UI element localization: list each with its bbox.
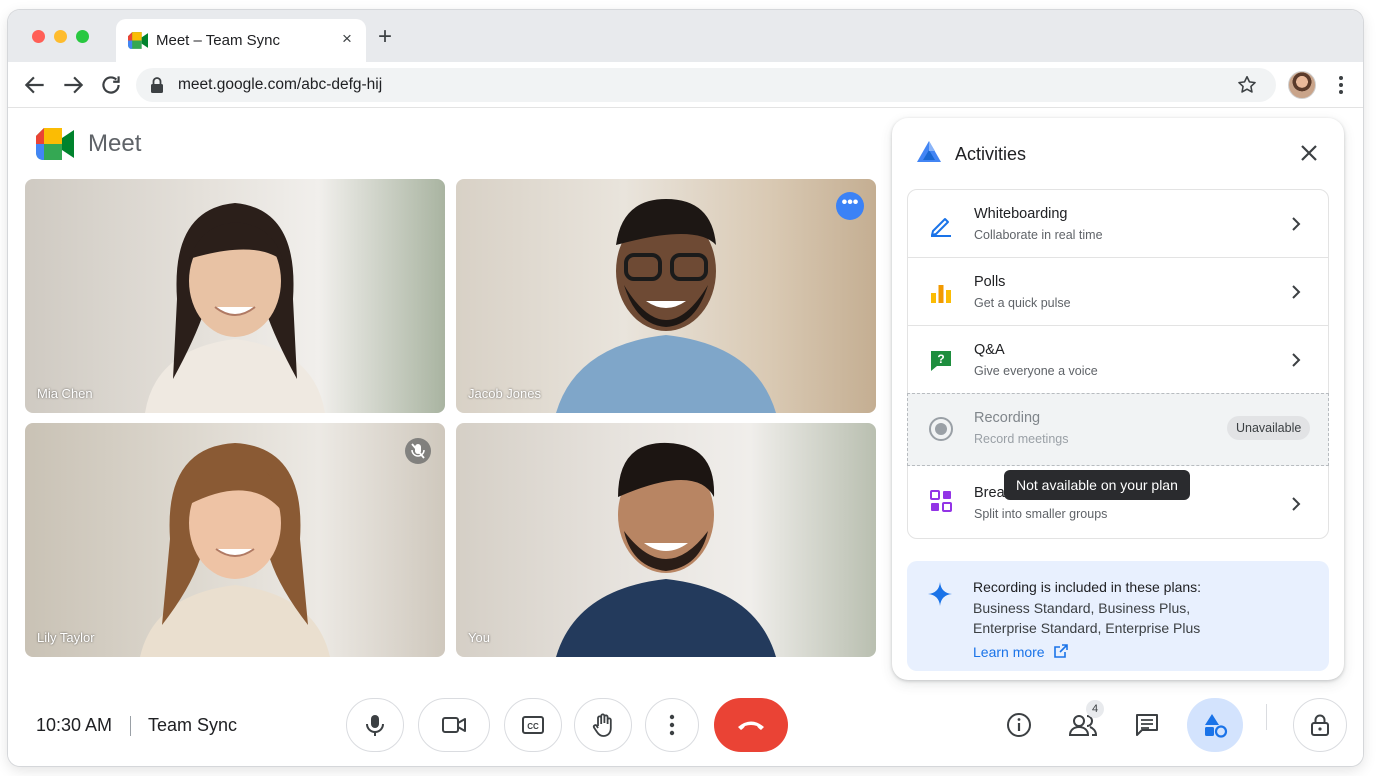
unavailable-badge: Unavailable — [1227, 416, 1311, 440]
meeting-details-button[interactable] — [997, 703, 1041, 747]
question-answer-icon: ? — [931, 351, 951, 371]
divider — [130, 716, 131, 736]
captions-icon: CC — [522, 716, 544, 734]
mic-muted-icon — [405, 438, 431, 464]
new-tab-button[interactable]: + — [372, 24, 398, 50]
activity-title: Q&A — [974, 342, 1005, 358]
pencil-icon — [931, 218, 951, 237]
bar-chart-icon — [931, 285, 951, 303]
activity-title: Polls — [974, 274, 1006, 290]
maximize-window-button[interactable] — [76, 30, 89, 43]
activity-recording[interactable]: Recording Record meetings Unavailable — [907, 393, 1329, 466]
chevron-right-icon — [1292, 285, 1301, 299]
bookmark-star-icon[interactable] — [1236, 74, 1258, 96]
learn-more-link[interactable]: Learn more — [973, 644, 1045, 660]
app-name: Meet — [88, 130, 142, 157]
chevron-right-icon — [1292, 353, 1301, 367]
activity-whiteboarding[interactable]: Whiteboarding Collaborate in real time — [907, 189, 1329, 258]
meeting-time: 10:30 AM — [36, 715, 113, 735]
raise-hand-button[interactable] — [574, 698, 632, 752]
tooltip: Not available on your plan — [1004, 470, 1190, 500]
host-controls-button[interactable] — [1293, 698, 1347, 752]
profile-avatar[interactable] — [1288, 71, 1316, 99]
participant-video — [140, 443, 330, 657]
end-call-icon — [738, 721, 764, 730]
video-tile[interactable]: Lily Taylor — [25, 423, 445, 657]
panel-title: Activities — [955, 144, 1027, 164]
address-bar[interactable]: meet.google.com/abc-defg-hij — [136, 68, 1276, 102]
tab-close-icon[interactable]: × — [342, 29, 352, 49]
svg-text:CC: CC — [527, 722, 539, 731]
participant-name: You — [468, 630, 490, 645]
chevron-right-icon — [1292, 497, 1301, 511]
info-icon — [1007, 713, 1031, 737]
more-vert-icon — [669, 714, 675, 736]
sparkle-icon — [928, 582, 952, 606]
activity-title: Whiteboarding — [974, 206, 1068, 222]
activity-qa[interactable]: ? Q&A Give everyone a voice — [907, 325, 1329, 394]
activities-shapes-icon — [1205, 714, 1228, 738]
video-tile[interactable]: ••• Jacob Jones — [456, 179, 876, 413]
chat-button[interactable] — [1125, 703, 1169, 747]
minimize-window-button[interactable] — [54, 30, 67, 43]
meet-logo-icon — [36, 128, 74, 160]
plan-info-card: Recording is included in these plans: Bu… — [907, 561, 1329, 671]
camera-icon — [442, 717, 466, 733]
open-in-new-icon[interactable] — [1054, 644, 1068, 658]
microphone-icon — [366, 715, 384, 736]
meet-favicon-icon — [128, 32, 148, 49]
browser-tab[interactable]: Meet – Team Sync × — [116, 19, 366, 62]
svg-text:?: ? — [937, 352, 944, 366]
browser-toolbar: meet.google.com/abc-defg-hij — [8, 62, 1363, 108]
raise-hand-icon — [592, 713, 612, 737]
end-call-button[interactable] — [714, 698, 788, 752]
lock-icon — [151, 77, 163, 93]
participant-name: Jacob Jones — [468, 386, 541, 401]
url-text: meet.google.com/abc-defg-hij — [178, 76, 383, 93]
activities-logo-icon — [917, 141, 941, 162]
participant-name: Mia Chen — [37, 386, 93, 401]
record-icon — [929, 417, 953, 441]
participant-video — [145, 203, 325, 413]
video-tile[interactable]: Mia Chen — [25, 179, 445, 413]
participant-video — [556, 199, 776, 413]
host-lock-icon — [1311, 714, 1329, 736]
activity-subtitle: Give everyone a voice — [974, 364, 1098, 378]
more-options-button[interactable] — [645, 698, 699, 752]
activity-subtitle: Collaborate in real time — [974, 228, 1103, 242]
tab-title: Meet – Team Sync — [156, 32, 280, 49]
back-arrow-icon[interactable] — [22, 72, 48, 98]
tab-strip: Meet – Team Sync × + — [8, 10, 1363, 62]
participant-count-badge: 4 — [1086, 700, 1104, 718]
activity-subtitle: Split into smaller groups — [974, 507, 1108, 521]
participant-video — [556, 442, 776, 657]
activity-title: Recording — [974, 410, 1041, 426]
meeting-title: Team Sync — [148, 715, 238, 735]
chat-icon — [1136, 714, 1158, 736]
browser-window: Meet – Team Sync × + meet.google.com/abc… — [8, 10, 1363, 766]
info-title: Recording is included in these plans: — [973, 579, 1202, 595]
activity-polls[interactable]: Polls Get a quick pulse — [907, 257, 1329, 326]
close-icon[interactable] — [1298, 142, 1320, 164]
toolbar-divider — [1266, 704, 1267, 730]
activities-button[interactable] — [1187, 698, 1243, 752]
camera-button[interactable] — [418, 698, 490, 752]
activities-panel: Activities Whiteboarding Collaborate in … — [892, 118, 1344, 680]
close-window-button[interactable] — [32, 30, 45, 43]
plan-list: Business Standard, Business Plus, Enterp… — [973, 600, 1201, 636]
meet-page: Meet Mia Chen ••• Jacob Jones Lily Taylo… — [8, 108, 1363, 766]
browser-menu-icon[interactable] — [1330, 74, 1352, 96]
breakout-rooms-icon — [930, 490, 952, 512]
activity-subtitle: Record meetings — [974, 432, 1069, 446]
more-options-button[interactable]: ••• — [836, 192, 864, 220]
captions-button[interactable]: CC — [504, 698, 562, 752]
reload-icon[interactable] — [98, 72, 124, 98]
forward-arrow-icon[interactable] — [60, 72, 86, 98]
activity-subtitle: Get a quick pulse — [974, 296, 1071, 310]
microphone-button[interactable] — [346, 698, 404, 752]
chevron-right-icon — [1292, 217, 1301, 231]
participant-name: Lily Taylor — [37, 630, 95, 645]
video-tile[interactable]: You — [456, 423, 876, 657]
